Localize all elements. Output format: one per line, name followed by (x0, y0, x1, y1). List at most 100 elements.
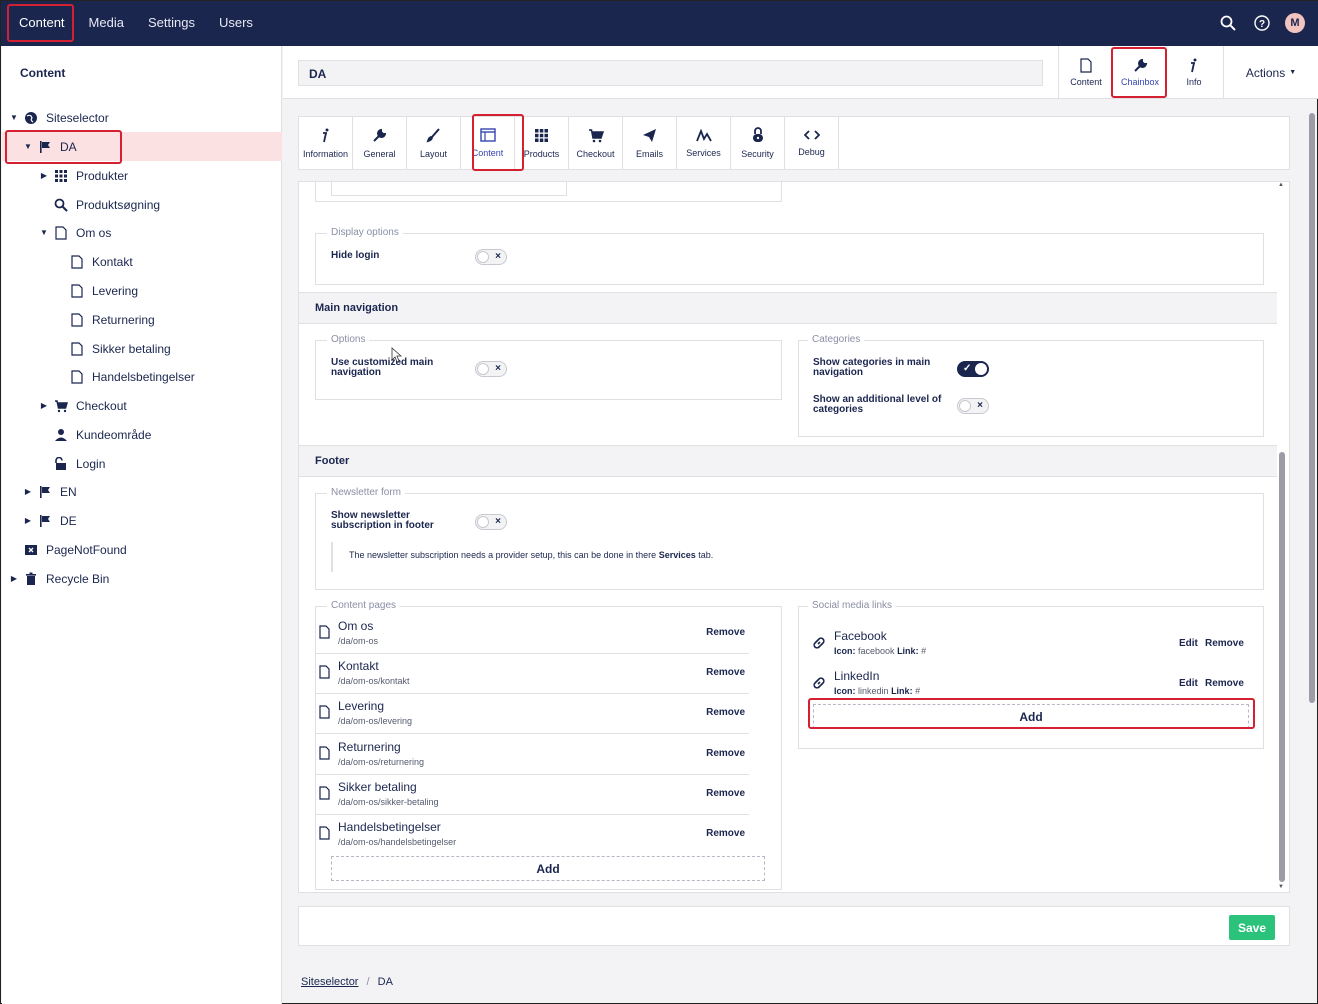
section-users[interactable]: Users (207, 3, 265, 43)
tab-services[interactable]: Services (677, 117, 731, 169)
panel-scrollbar[interactable]: ▲ ▼ (1278, 182, 1286, 892)
tab-general[interactable]: General (353, 117, 407, 169)
tree-item-de[interactable]: ▶ DE (2, 506, 282, 535)
tab-label: Information (302, 148, 349, 159)
tree-item-kontakt[interactable]: Kontakt (2, 247, 282, 276)
app-info[interactable]: Info (1167, 46, 1221, 99)
tree-item-siteselector[interactable]: ▼ Siteselector (2, 103, 282, 132)
breadcrumb-current: DA (377, 976, 393, 988)
app-chainbox[interactable]: Chainbox (1113, 46, 1167, 99)
caret-right-icon[interactable]: ▶ (24, 516, 32, 525)
user-avatar[interactable]: M (1285, 13, 1305, 33)
remove-button[interactable]: Remove (706, 667, 745, 678)
section-settings[interactable]: Settings (136, 3, 207, 43)
remove-button[interactable]: Remove (706, 748, 745, 759)
tree-item-checkout[interactable]: ▶ Checkout (2, 391, 282, 420)
trash-icon (22, 570, 40, 588)
tab-debug[interactable]: Debug (785, 117, 839, 169)
tab-checkout[interactable]: Checkout (569, 117, 623, 169)
categories-fieldset (798, 340, 1264, 437)
top-bar-tools: ? M (1217, 12, 1305, 34)
tree-item-label: DE (60, 513, 77, 528)
tree-item-sikker-betaling[interactable]: Sikker betaling (2, 334, 282, 363)
tree-item-label: Produkter (76, 168, 129, 183)
tree-item-returnering[interactable]: Returnering (2, 305, 282, 334)
user-icon (52, 426, 70, 444)
document-icon (319, 746, 330, 760)
show-newsletter-toggle[interactable]: × (475, 514, 507, 530)
breadcrumb-root-link[interactable]: Siteselector (301, 976, 358, 988)
tab-emails[interactable]: Emails (623, 117, 677, 169)
remove-button[interactable]: Remove (706, 788, 745, 799)
tab-security[interactable]: Security (731, 117, 785, 169)
content-page-path: /da/om-os/levering (338, 716, 413, 726)
tree-item-login[interactable]: Login (2, 449, 282, 478)
options-legend: Options (327, 334, 370, 345)
actions-dropdown[interactable]: Actions ▼ (1223, 46, 1318, 99)
wrench-icon (1133, 58, 1147, 72)
add-social-link-button[interactable]: Add (813, 704, 1249, 729)
search-icon (52, 196, 70, 214)
main-navigation-heading: Main navigation (299, 292, 1277, 324)
section-media[interactable]: Media (77, 3, 136, 43)
remove-button[interactable]: Remove (1205, 678, 1244, 689)
remove-button[interactable]: Remove (706, 707, 745, 718)
hide-login-toggle[interactable]: × (475, 249, 507, 265)
add-content-page-button[interactable]: Add (331, 856, 765, 881)
caret-down-icon[interactable]: ▼ (10, 113, 18, 122)
search-icon[interactable] (1217, 12, 1239, 34)
tab-layout[interactable]: Layout (407, 117, 461, 169)
tree-item-label: Siteselector (46, 110, 109, 125)
content-page-path: /da/om-os/handelsbetingelser (338, 837, 457, 847)
tab-information[interactable]: Information (299, 117, 353, 169)
tree-item-kundeomrade[interactable]: Kundeområde (2, 420, 282, 449)
section-content[interactable]: Content (7, 3, 77, 43)
tree-item-en[interactable]: ▶ EN (2, 477, 282, 506)
save-button[interactable]: Save (1229, 915, 1275, 940)
info-icon (322, 128, 328, 142)
scrollbar-thumb[interactable] (1309, 113, 1315, 703)
content-page-name: Sikker betaling (338, 780, 417, 794)
remove-button[interactable]: Remove (1205, 638, 1244, 649)
tree-item-produkter[interactable]: ▶ Produkter (2, 161, 282, 190)
tab-products[interactable]: Products (515, 117, 569, 169)
tree-item-recycle-bin[interactable]: ▶ Recycle Bin (2, 564, 282, 593)
node-name-input[interactable]: DA (298, 60, 1043, 86)
help-icon[interactable]: ? (1251, 12, 1273, 34)
show-additional-level-toggle[interactable]: × (957, 398, 989, 414)
tree-item-handelsbetingelser[interactable]: Handelsbetingelser (2, 362, 282, 391)
content-page-row: Om os /da/om-os Remove (315, 614, 749, 654)
tab-label: Emails (635, 148, 663, 159)
tree-item-label: Om os (76, 225, 112, 240)
link-label: Link: (897, 646, 919, 656)
remove-button[interactable]: Remove (706, 627, 745, 638)
caret-right-icon[interactable]: ▶ (40, 401, 48, 410)
content-page-name: Returnering (338, 740, 401, 754)
tree-item-label: Kundeområde (76, 427, 152, 442)
caret-down-icon[interactable]: ▼ (40, 228, 48, 237)
editor-scrollbar[interactable] (1308, 101, 1316, 961)
tree-item-levering[interactable]: Levering (2, 276, 282, 305)
scroll-up-arrow-icon[interactable]: ▲ (1278, 182, 1284, 188)
remove-button[interactable]: Remove (706, 828, 745, 839)
tree-item-label: EN (60, 484, 77, 499)
scroll-down-arrow-icon[interactable]: ▼ (1278, 884, 1284, 890)
edit-button[interactable]: Edit (1179, 678, 1198, 689)
caret-right-icon[interactable]: ▶ (10, 574, 18, 583)
tree-item-pagenotfound[interactable]: PageNotFound (2, 535, 282, 564)
tab-content[interactable]: Content (461, 117, 515, 169)
tree-item-produktsogning[interactable]: Produktsøgning (2, 190, 282, 219)
social-link-name: LinkedIn (834, 669, 880, 683)
edit-button[interactable]: Edit (1179, 638, 1198, 649)
caret-right-icon[interactable]: ▶ (24, 487, 32, 496)
scrollbar-thumb[interactable] (1279, 452, 1285, 882)
caret-right-icon[interactable]: ▶ (40, 171, 48, 180)
caret-down-icon[interactable]: ▼ (24, 142, 32, 151)
previous-input[interactable] (331, 182, 567, 196)
show-categories-toggle[interactable]: ✓ (957, 361, 989, 377)
social-link-meta: Icon: linkedin Link: # (834, 686, 920, 696)
app-content[interactable]: Content (1059, 46, 1113, 99)
use-customized-navigation-toggle[interactable]: × (475, 361, 507, 377)
tree-item-om-os[interactable]: ▼ Om os (2, 218, 282, 247)
tree-item-da[interactable]: ▼ DA (2, 132, 282, 161)
